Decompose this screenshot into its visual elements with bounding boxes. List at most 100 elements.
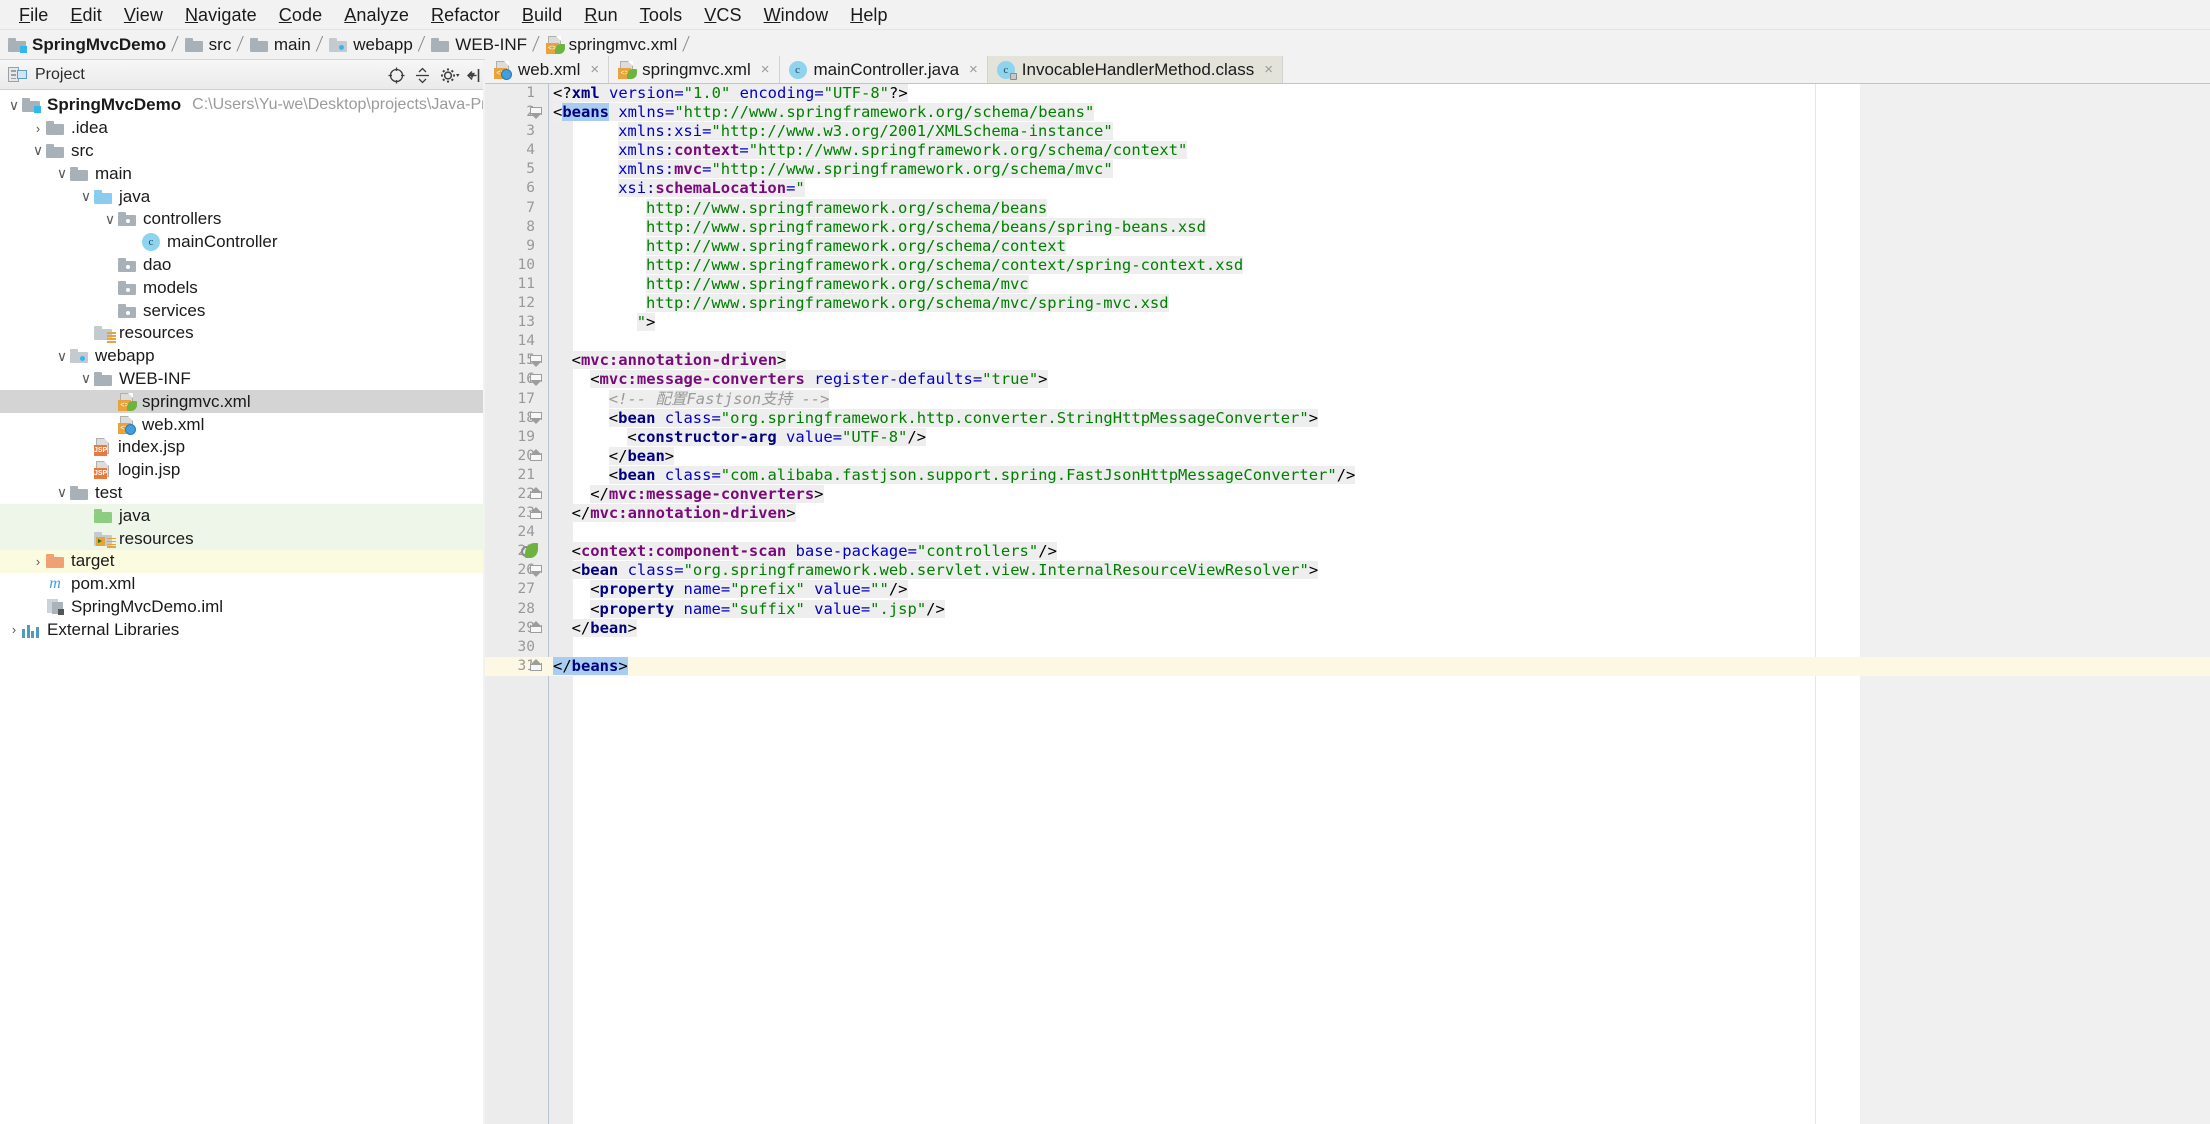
close-icon[interactable]: ×: [1264, 61, 1273, 78]
code-line[interactable]: 15 <mvc:annotation-driven>: [485, 351, 2210, 370]
tree-expand-arrow[interactable]: ∨: [78, 370, 94, 387]
tree-row-springmvcdemo-iml[interactable]: SpringMvcDemo.iml: [0, 596, 483, 619]
tree-expand-arrow[interactable]: ›: [6, 622, 22, 637]
tree-row-java[interactable]: java: [0, 504, 483, 528]
hide-tool-window-icon[interactable]: [466, 67, 483, 84]
tree-expand-arrow[interactable]: ›: [30, 121, 46, 136]
tree-row-target[interactable]: › target: [0, 549, 483, 573]
editor-tab-invocablehandlermethod-class[interactable]: c InvocableHandlerMethod.class ×: [987, 56, 1284, 83]
code-line[interactable]: 23 </mvc:annotation-driven>: [485, 504, 2210, 523]
code-line[interactable]: 4 xmlns:context="http://www.springframewo…: [485, 141, 2210, 160]
tree-row-maincontroller[interactable]: c mainController: [0, 231, 483, 254]
code-line[interactable]: 6 xsi:schemaLocation=": [485, 179, 2210, 198]
fold-marker-icon[interactable]: [530, 373, 542, 386]
menu-item-window[interactable]: Window: [753, 2, 840, 28]
tree-expand-arrow[interactable]: ∨: [54, 484, 70, 501]
code-line[interactable]: 22 </mvc:message-converters>: [485, 484, 2210, 504]
editor-tab-web-xml[interactable]: <> web.xml ×: [485, 56, 610, 83]
code-line[interactable]: 24: [485, 523, 2210, 542]
breadcrumb-item-src[interactable]: src: [184, 35, 231, 55]
collapse-all-icon[interactable]: [414, 67, 431, 84]
tree-row-index-jsp[interactable]: JSP index.jsp: [0, 436, 483, 459]
spring-bean-gutter-icon[interactable]: [521, 543, 539, 561]
tree-expand-arrow[interactable]: ∨: [6, 97, 22, 114]
code-line[interactable]: 2 <beans xmlns="http://www.springframewor…: [485, 103, 2210, 122]
code-line[interactable]: 7 http://www.springframework.org/schema/b…: [485, 198, 2210, 218]
tree-row-springmvcdemo[interactable]: ∨ SpringMvcDemo C:\Users\Yu-we\Desktop\pro…: [0, 94, 483, 117]
tree-row--idea[interactable]: › .idea: [0, 117, 483, 140]
menu-item-file[interactable]: File: [8, 2, 59, 28]
fold-marker-icon[interactable]: [530, 660, 542, 672]
tree-expand-arrow[interactable]: ›: [30, 554, 46, 569]
menu-item-help[interactable]: Help: [839, 2, 898, 28]
tree-row-login-jsp[interactable]: JSP login.jsp: [0, 459, 483, 482]
tree-row-dao[interactable]: dao: [0, 254, 483, 277]
code-editor[interactable]: 1 <?xml version="1.0" encoding="UTF-8"?> 2…: [485, 84, 2210, 1124]
menu-item-tools[interactable]: Tools: [629, 2, 694, 28]
code-line[interactable]: 29 </bean>: [485, 618, 2210, 638]
breadcrumb-item-main[interactable]: main: [249, 35, 311, 55]
tree-row-external-libraries[interactable]: › External Libraries: [0, 618, 483, 641]
editor-tab-springmvc-xml[interactable]: <> springmvc.xml ×: [609, 56, 780, 83]
tree-expand-arrow[interactable]: ∨: [54, 348, 70, 365]
tree-row-java[interactable]: ∨ java: [0, 185, 483, 208]
tree-row-web-inf[interactable]: ∨ WEB-INF: [0, 368, 483, 391]
code-line[interactable]: 30: [485, 638, 2210, 657]
menu-item-build[interactable]: Build: [511, 2, 574, 28]
tree-row-pom-xml[interactable]: m pom.xml: [0, 573, 483, 596]
fold-marker-icon[interactable]: [530, 106, 542, 119]
code-line[interactable]: 20 </bean>: [485, 446, 2210, 466]
breadcrumb-item-springmvc-xml[interactable]: <> springmvc.xml: [545, 35, 677, 55]
close-icon[interactable]: ×: [969, 61, 978, 78]
tree-row-resources[interactable]: resources: [0, 527, 483, 550]
tree-row-src[interactable]: ∨ src: [0, 140, 483, 163]
code-line[interactable]: 12 http://www.springframework.org/schema/…: [485, 294, 2210, 313]
code-line[interactable]: 28 <property name="suffix" value=".jsp"/>: [485, 599, 2210, 619]
close-icon[interactable]: ×: [761, 61, 770, 78]
fold-marker-icon[interactable]: [530, 564, 542, 577]
menu-item-navigate[interactable]: Navigate: [174, 2, 268, 28]
code-line[interactable]: 1 <?xml version="1.0" encoding="UTF-8"?>: [485, 84, 2210, 103]
code-line[interactable]: 31 </beans>: [485, 656, 2210, 676]
code-line[interactable]: 18 <bean class="org.springframework.http.…: [485, 408, 2210, 428]
code-line[interactable]: 9 http://www.springframework.org/schema/c…: [485, 236, 2210, 256]
code-line[interactable]: 13 ">: [485, 313, 2210, 332]
tree-row-web-xml[interactable]: <> web.xml: [0, 413, 483, 436]
settings-gear-icon[interactable]: [440, 67, 460, 84]
code-line[interactable]: 5 xmlns:mvc="http://www.springframework.o…: [485, 160, 2210, 179]
close-icon[interactable]: ×: [590, 61, 599, 78]
tree-row-springmvc-xml[interactable]: <> springmvc.xml: [0, 390, 483, 414]
fold-marker-icon[interactable]: [530, 450, 542, 462]
tree-row-controllers[interactable]: ∨ controllers: [0, 208, 483, 231]
tree-row-test[interactable]: ∨ test: [0, 482, 483, 505]
menu-item-analyze[interactable]: Analyze: [333, 2, 420, 28]
code-line[interactable]: 11 http://www.springframework.org/schema/…: [485, 274, 2210, 294]
tree-expand-arrow[interactable]: ∨: [102, 211, 118, 228]
menu-item-edit[interactable]: Edit: [59, 2, 112, 28]
tree-row-models[interactable]: models: [0, 276, 483, 299]
menu-item-view[interactable]: View: [113, 2, 174, 28]
tree-row-webapp[interactable]: ∨ webapp: [0, 345, 483, 368]
fold-marker-icon[interactable]: [530, 488, 542, 500]
code-line[interactable]: 26 <bean class="org.springframework.web.s…: [485, 561, 2210, 580]
code-line[interactable]: 3 xmlns:xsi="http://www.w3.org/2001/XMLSc…: [485, 122, 2210, 141]
tree-expand-arrow[interactable]: ∨: [30, 142, 46, 159]
code-line[interactable]: 10 http://www.springframework.org/schema/…: [485, 255, 2210, 275]
code-line[interactable]: 21 <bean class="com.alibaba.fastjson.supp…: [485, 465, 2210, 485]
code-line[interactable]: 8 http://www.springframework.org/schema/b…: [485, 217, 2210, 237]
fold-marker-icon[interactable]: [530, 508, 542, 520]
breadcrumb-item-springmvcdemo[interactable]: SpringMvcDemo: [8, 35, 166, 55]
breadcrumb-item-webapp[interactable]: webapp: [329, 35, 413, 55]
tree-expand-arrow[interactable]: ∨: [54, 165, 70, 182]
code-line[interactable]: 14: [485, 332, 2210, 351]
fold-marker-icon[interactable]: [530, 354, 542, 367]
tree-row-services[interactable]: services: [0, 299, 483, 322]
breadcrumb-item-web-inf[interactable]: WEB-INF: [431, 35, 527, 55]
code-lines[interactable]: 1 <?xml version="1.0" encoding="UTF-8"?> 2…: [485, 84, 2210, 1124]
editor-tab-maincontroller-java[interactable]: c mainController.java ×: [779, 56, 988, 83]
menu-item-code[interactable]: Code: [268, 2, 333, 28]
code-line[interactable]: 16 <mvc:message-converters register-defau…: [485, 370, 2210, 389]
menu-item-run[interactable]: Run: [573, 2, 628, 28]
code-line[interactable]: 19 <constructor-arg value="UTF-8"/>: [485, 427, 2210, 447]
fold-marker-icon[interactable]: [530, 412, 542, 425]
